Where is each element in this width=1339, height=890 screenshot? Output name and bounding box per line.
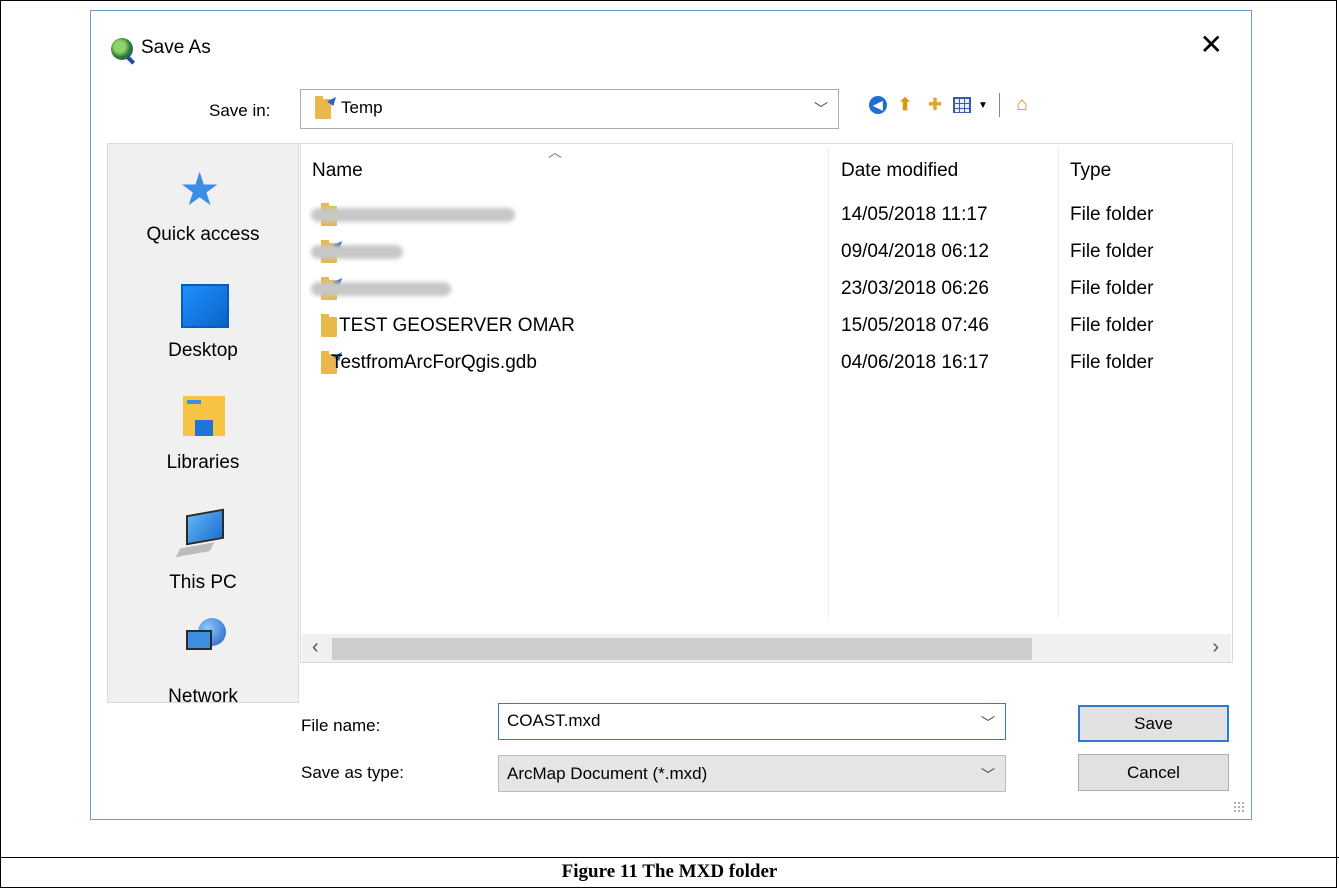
list-item[interactable]: 09/04/2018 06:12 File folder [301, 233, 1232, 270]
column-header-name[interactable]: Name [312, 160, 363, 182]
list-item[interactable]: TestfromArcForQgis.gdb 04/06/2018 16:17 … [301, 344, 1232, 381]
redacted-name [311, 245, 403, 259]
resize-grip[interactable] [1233, 801, 1245, 813]
scroll-left-icon[interactable]: ‹ [312, 636, 319, 659]
file-name-input[interactable] [505, 710, 969, 732]
horizontal-scrollbar[interactable]: ‹ › [302, 634, 1231, 662]
save-as-type-label: Save as type: [301, 763, 405, 782]
place-desktop[interactable]: Desktop [108, 280, 298, 370]
up-folder-icon[interactable]: ⬆ [893, 93, 917, 117]
column-header-type[interactable]: Type [1070, 160, 1111, 182]
folder-icon [315, 96, 331, 119]
caption-divider [0, 857, 1339, 858]
network-icon [186, 618, 226, 658]
figure-caption: Figure 11 The MXD folder [561, 861, 778, 882]
row-type: File folder [1070, 352, 1154, 373]
column-header-date[interactable]: Date modified [841, 160, 958, 182]
save-in-dropdown[interactable]: Temp ﹀ [300, 89, 839, 129]
scrollbar-thumb[interactable] [332, 638, 1032, 660]
row-name: TestfromArcForQgis.gdb [331, 352, 537, 373]
view-menu-icon[interactable] [953, 97, 971, 113]
save-as-dialog: Save As ✕ Save in: Temp ﹀ ◀ ⬆ ✚ ▼ ⌂ ★ Qu… [90, 10, 1252, 820]
star-icon: ★ [179, 163, 221, 215]
save-as-type-dropdown[interactable]: ArcMap Document (*.mxd) ﹀ [498, 755, 1006, 792]
file-name-label: File name: [301, 716, 381, 735]
place-libraries[interactable]: Libraries [108, 392, 298, 482]
row-name: TEST GEOSERVER OMAR [339, 315, 575, 336]
list-item[interactable]: TEST GEOSERVER OMAR 15/05/2018 07:46 Fil… [301, 307, 1232, 344]
save-in-value: Temp [341, 98, 383, 117]
libraries-icon [183, 396, 225, 436]
row-date: 14/05/2018 11:17 [841, 204, 988, 225]
close-icon[interactable]: ✕ [1200, 31, 1223, 59]
computer-icon [186, 508, 224, 546]
folder-icon [321, 314, 337, 337]
home-icon[interactable]: ⌂ [1010, 93, 1034, 117]
save-button[interactable]: Save [1078, 705, 1229, 742]
title-bar: Save As ✕ [91, 11, 1251, 75]
save-as-type-value: ArcMap Document (*.mxd) [507, 764, 708, 783]
place-label: Network [168, 686, 238, 707]
places-bar: ★ Quick access Desktop Libraries This PC… [107, 143, 299, 707]
place-label: Libraries [166, 452, 240, 473]
row-type: File folder [1070, 241, 1154, 262]
row-date: 23/03/2018 06:26 [841, 278, 989, 299]
sort-ascending-icon: ︿ [548, 144, 562, 160]
row-date: 09/04/2018 06:12 [841, 241, 989, 262]
place-network[interactable]: Network [108, 614, 298, 707]
place-quick-access[interactable]: ★ Quick access [108, 162, 298, 262]
redacted-name [311, 282, 451, 296]
toolbar: ◀ ⬆ ✚ ▼ ⌂ [869, 91, 1034, 119]
save-in-label: Save in: [209, 101, 271, 120]
toolbar-separator [999, 93, 1000, 117]
desktop-icon [181, 284, 229, 328]
row-type: File folder [1070, 315, 1154, 336]
list-item[interactable]: 23/03/2018 06:26 File folder [301, 270, 1232, 307]
row-date: 04/06/2018 16:17 [841, 352, 989, 373]
file-name-field[interactable]: ﹀ [498, 703, 1006, 740]
row-type: File folder [1070, 278, 1154, 299]
scroll-right-icon[interactable]: › [1212, 636, 1219, 659]
file-list[interactable]: ︿ Name Date modified Type 14/05/2018 11:… [300, 143, 1233, 663]
back-icon[interactable]: ◀ [869, 96, 887, 114]
chevron-down-icon: ﹀ [981, 767, 995, 783]
cancel-button[interactable]: Cancel [1078, 754, 1229, 791]
view-dropdown-icon[interactable]: ▼ [977, 93, 989, 117]
row-type: File folder [1070, 204, 1154, 225]
new-folder-icon[interactable]: ✚ [923, 93, 947, 117]
place-label: Desktop [168, 340, 238, 361]
list-item[interactable]: 14/05/2018 11:17 File folder [301, 196, 1232, 233]
chevron-down-icon[interactable]: ﹀ [981, 713, 995, 733]
chevron-down-icon: ﹀ [814, 101, 828, 117]
redacted-name [311, 208, 515, 222]
dialog-title: Save As [141, 37, 211, 58]
qgis-icon [111, 38, 133, 60]
place-this-pc[interactable]: This PC [108, 502, 298, 593]
place-label: Quick access [146, 224, 260, 245]
place-label: This PC [169, 572, 237, 593]
row-date: 15/05/2018 07:46 [841, 315, 989, 336]
